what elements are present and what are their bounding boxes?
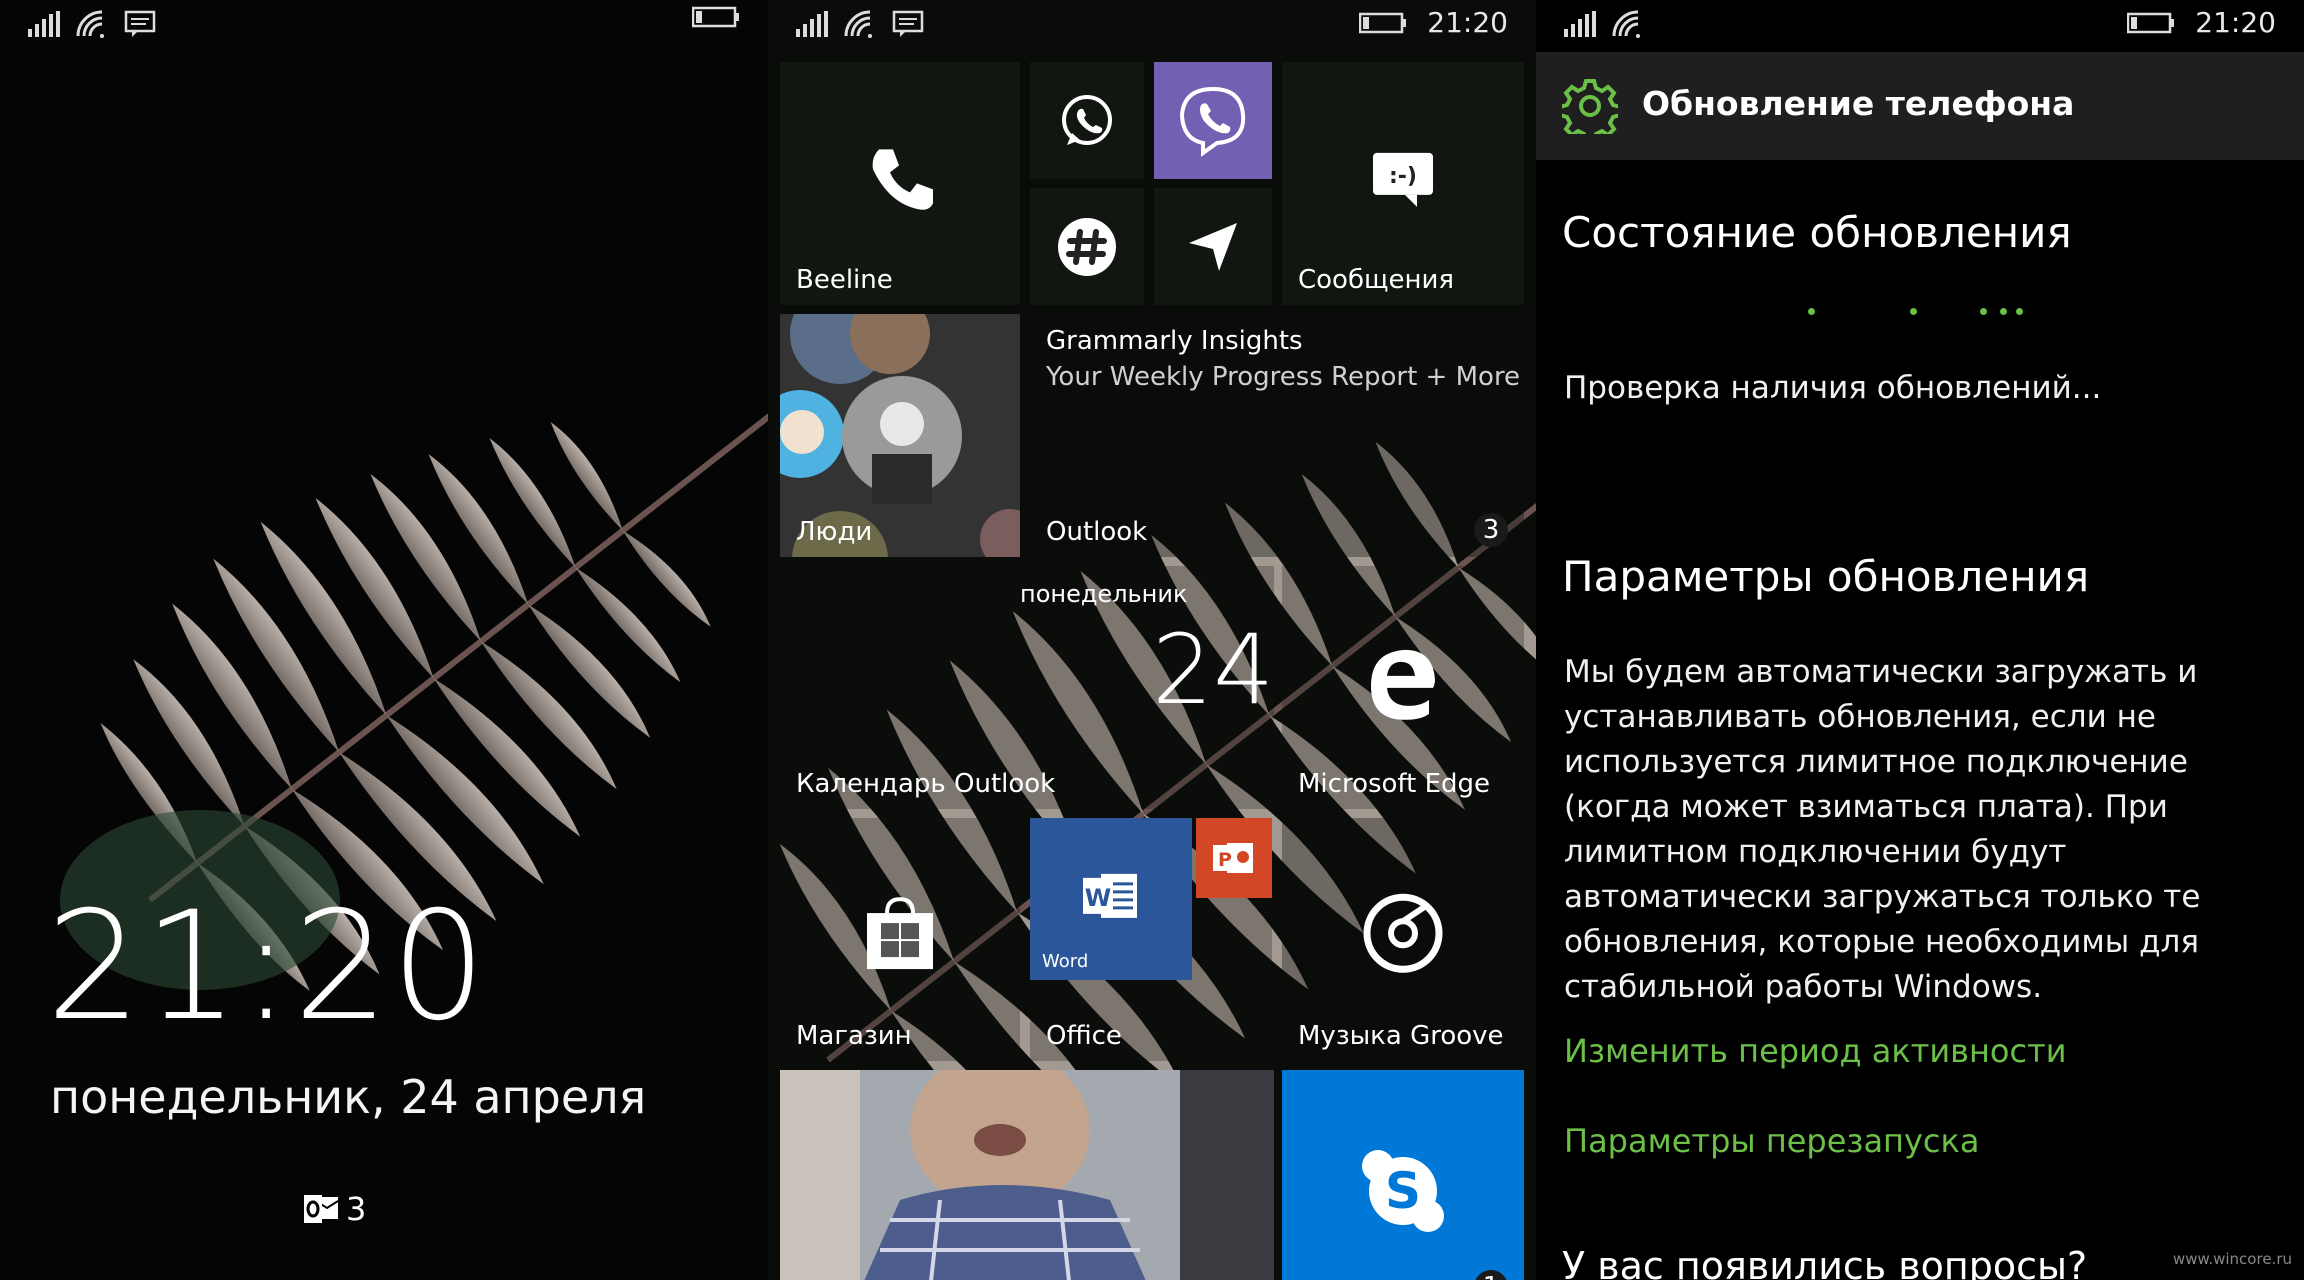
signal-icon bbox=[28, 11, 60, 37]
word-icon: W bbox=[1083, 870, 1139, 922]
update-status-text: Проверка наличия обновлений... bbox=[1564, 370, 2102, 406]
tile-edge[interactable]: Microsoft Edge bbox=[1282, 566, 1524, 809]
calendar-weekday: понедельник bbox=[1020, 580, 1188, 608]
update-status-heading: Состояние обновления bbox=[1562, 208, 2072, 257]
wifi-icon bbox=[1612, 10, 1644, 38]
powerpoint-tile[interactable]: P bbox=[1196, 818, 1272, 898]
progress-dot bbox=[1808, 308, 1815, 315]
start-screen: 21:20 Beeline :-) Сообщения Люди Grammar… bbox=[768, 0, 1536, 1280]
status-time: 21:20 bbox=[2195, 6, 2276, 39]
send-arrow-icon bbox=[1185, 219, 1241, 275]
tile-viber[interactable] bbox=[1154, 62, 1272, 179]
settings-header: Обновление телефона bbox=[1536, 52, 2304, 160]
message-notification-icon bbox=[124, 10, 156, 38]
battery-icon bbox=[692, 6, 740, 28]
outlook-count: 3 bbox=[346, 1190, 367, 1228]
wifi-icon bbox=[844, 10, 876, 38]
signal-icon bbox=[796, 11, 828, 37]
tile-messages[interactable]: :-) Сообщения bbox=[1282, 62, 1524, 305]
powerpoint-icon: P bbox=[1213, 839, 1255, 877]
store-icon bbox=[865, 896, 935, 971]
messaging-icon: :-) bbox=[1371, 146, 1435, 210]
battery-icon bbox=[1359, 12, 1407, 34]
svg-text:S: S bbox=[1385, 1162, 1421, 1220]
unread-badge: 3 bbox=[1474, 513, 1508, 547]
lock-clock: 21:20 bbox=[46, 880, 489, 1054]
calendar-date: 24 bbox=[1152, 614, 1274, 726]
groove-music-icon bbox=[1361, 891, 1445, 975]
lock-date: понедельник, 24 апреля bbox=[50, 1070, 647, 1124]
tile-telegram[interactable] bbox=[1154, 188, 1272, 305]
status-bar bbox=[0, 0, 768, 52]
tile-label: Outlook bbox=[1046, 517, 1148, 547]
battery-icon bbox=[2127, 12, 2175, 34]
progress-dot bbox=[2016, 308, 2023, 315]
status-time: 21:20 bbox=[1427, 6, 1508, 39]
progress-dot bbox=[1980, 308, 1987, 315]
tile-calendar[interactable]: понедельник 24 Календарь Outlook bbox=[780, 566, 1274, 809]
lock-screen: 21:20 понедельник, 24 апреля 3 bbox=[0, 0, 768, 1280]
svg-text::-): :-) bbox=[1389, 163, 1417, 188]
skype-badge: 1 bbox=[1474, 1270, 1508, 1280]
tile-label: Музыка Groove bbox=[1298, 1021, 1504, 1051]
tile-groove[interactable]: Музыка Groove bbox=[1282, 818, 1524, 1061]
photo-preview bbox=[780, 1070, 1274, 1280]
tile-label: Люди bbox=[796, 517, 873, 547]
tile-phone[interactable]: Beeline bbox=[780, 62, 1020, 305]
tile-people[interactable]: Люди bbox=[780, 314, 1020, 557]
svg-text:W: W bbox=[1085, 884, 1111, 912]
tile-office[interactable]: W Word P Office bbox=[1030, 818, 1272, 1061]
whatsapp-icon bbox=[1057, 91, 1117, 151]
tile-skype[interactable]: S 1 bbox=[1282, 1070, 1524, 1280]
tile-slack[interactable] bbox=[1030, 188, 1144, 305]
word-tile[interactable]: W Word bbox=[1030, 818, 1192, 980]
tile-label: Beeline bbox=[796, 265, 893, 295]
update-options-heading: Параметры обновления bbox=[1562, 552, 2090, 601]
tile-label: Магазин bbox=[796, 1021, 912, 1051]
progress-dot bbox=[1910, 308, 1917, 315]
questions-heading: У вас появились вопросы? bbox=[1562, 1244, 2088, 1280]
mail-sender: Grammarly Insights bbox=[1046, 326, 1303, 356]
gear-icon bbox=[1562, 78, 1618, 134]
skype-icon: S bbox=[1360, 1148, 1446, 1234]
tile-store[interactable]: Магазин bbox=[780, 818, 1020, 1061]
viber-icon bbox=[1173, 81, 1253, 161]
tile-photos[interactable] bbox=[780, 1070, 1274, 1280]
edge-icon bbox=[1365, 643, 1441, 720]
tile-outlook-mail[interactable]: Grammarly Insights Your Weekly Progress … bbox=[1030, 314, 1524, 557]
slack-icon bbox=[1056, 216, 1118, 278]
tile-whatsapp[interactable] bbox=[1030, 62, 1144, 179]
tile-label: Сообщения bbox=[1298, 265, 1455, 295]
page-title: Обновление телефона bbox=[1642, 84, 2075, 123]
message-notification-icon bbox=[892, 10, 924, 38]
update-options-text: Мы будем автоматически загружать и устан… bbox=[1564, 654, 2201, 1005]
progress-dot bbox=[2000, 308, 2007, 315]
restart-options-link[interactable]: Параметры перезапуска bbox=[1564, 1122, 1979, 1160]
word-label: Word bbox=[1042, 951, 1089, 972]
mail-subject: Your Weekly Progress Report + More bbox=[1046, 362, 1521, 392]
tile-label: Office bbox=[1046, 1021, 1122, 1051]
phone-icon bbox=[865, 143, 935, 213]
outlook-icon bbox=[304, 1193, 340, 1225]
change-active-hours-link[interactable]: Изменить период активности bbox=[1564, 1032, 2067, 1070]
phone-update-screen: 21:20 Обновление телефона Состояние обно… bbox=[1536, 0, 2304, 1280]
status-bar: 21:20 bbox=[768, 0, 1536, 52]
tile-label: Календарь Outlook bbox=[796, 769, 1056, 799]
signal-icon bbox=[1564, 11, 1596, 37]
status-bar: 21:20 bbox=[1536, 0, 2304, 52]
lock-outlook-notification: 3 bbox=[304, 1190, 366, 1228]
wifi-icon bbox=[76, 10, 108, 38]
svg-text:P: P bbox=[1218, 849, 1232, 871]
tile-label: Microsoft Edge bbox=[1298, 769, 1491, 799]
watermark: www.wincore.ru bbox=[2172, 1250, 2292, 1268]
